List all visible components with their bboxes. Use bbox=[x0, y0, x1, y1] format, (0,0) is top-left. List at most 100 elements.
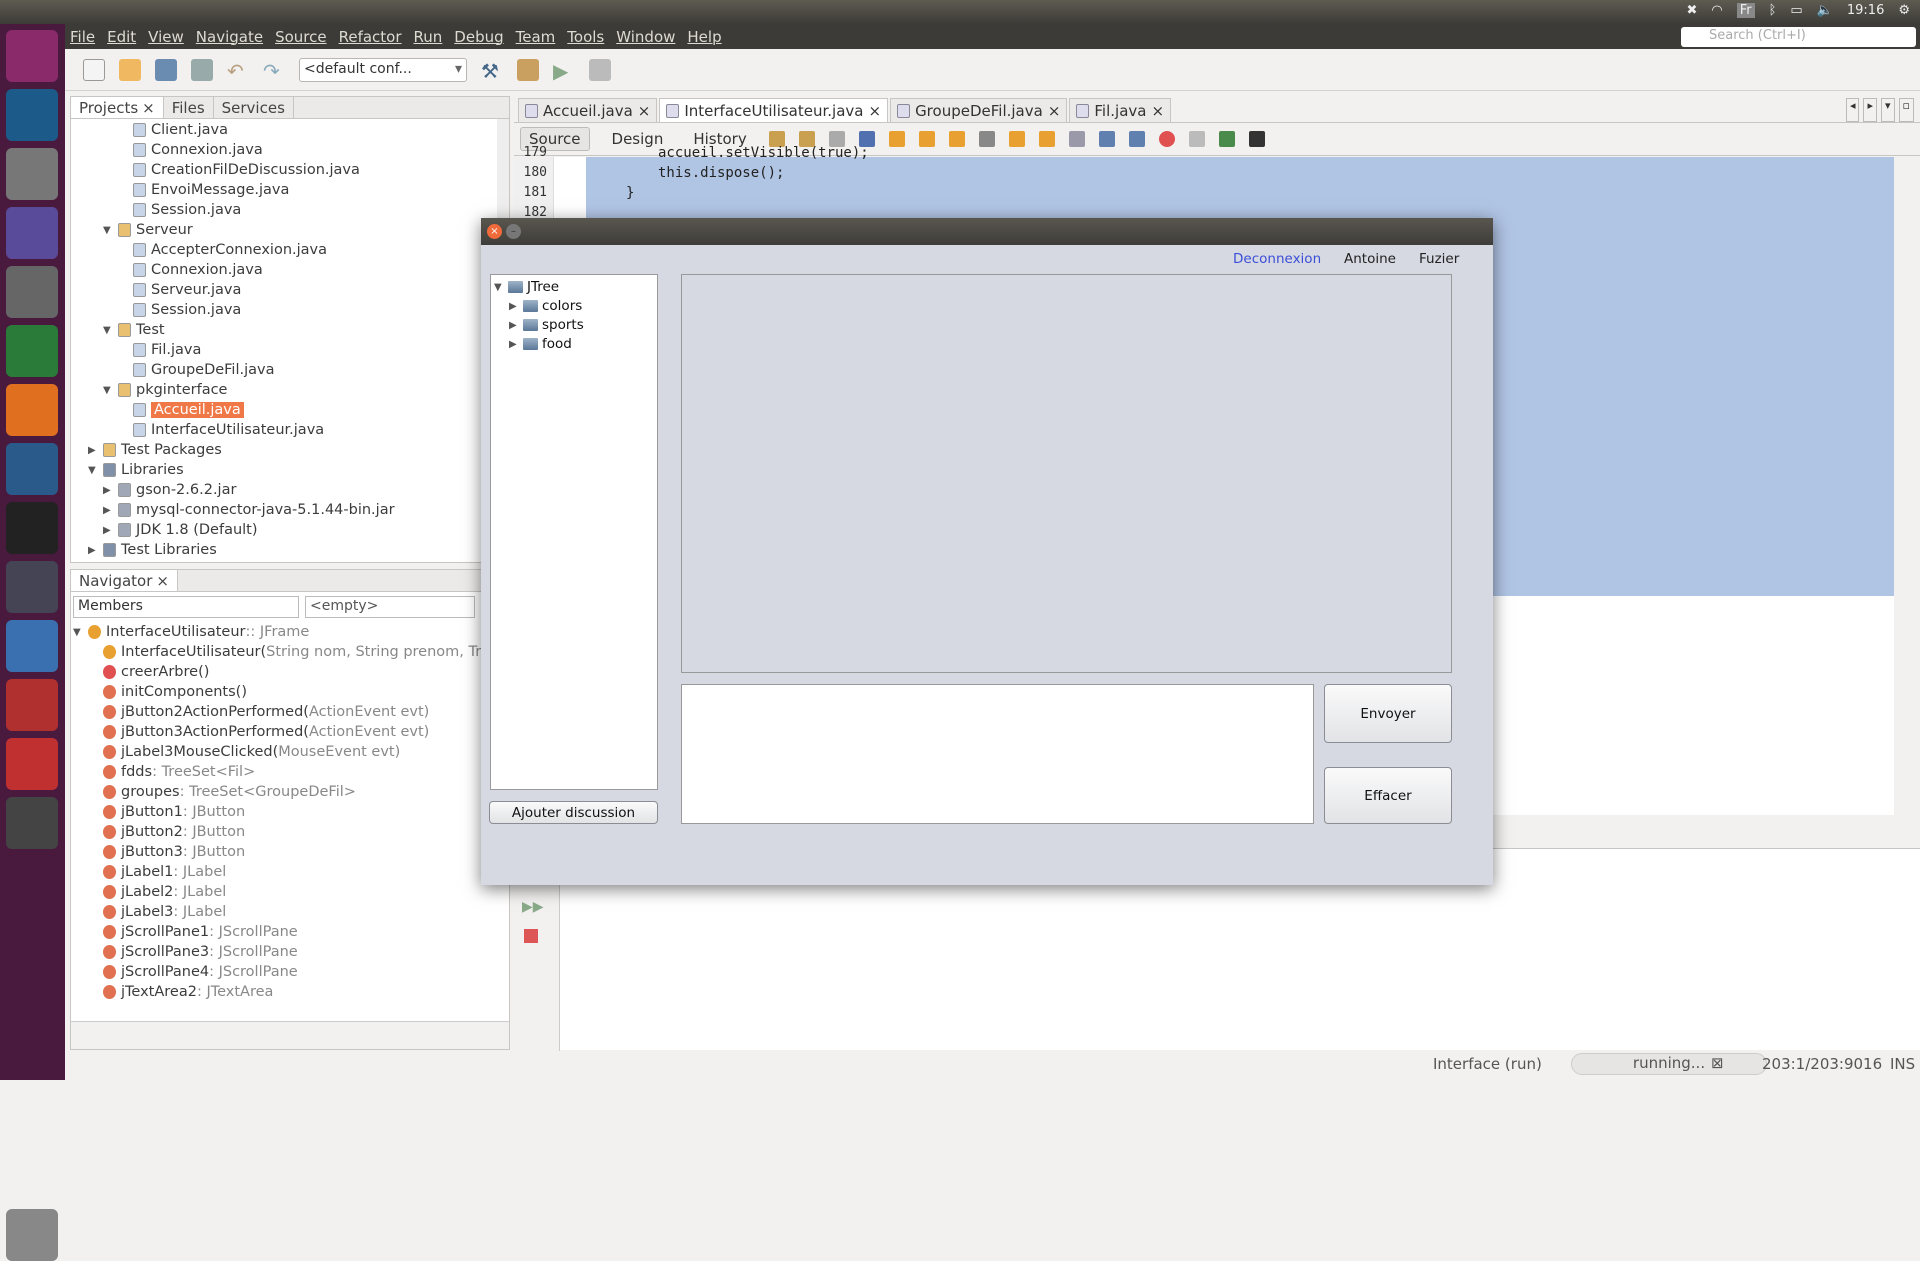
add-discussion-button[interactable]: Ajouter discussion bbox=[489, 801, 658, 824]
menu-source[interactable]: Source bbox=[275, 28, 327, 46]
project-tree-item[interactable]: ▼ Test bbox=[103, 320, 165, 340]
menu-tools[interactable]: Tools bbox=[567, 28, 604, 46]
tree-root[interactable]: ▼ JTree bbox=[494, 279, 559, 295]
tab-nav-button[interactable]: ▸ bbox=[1863, 98, 1877, 122]
project-tree-item[interactable]: Connexion.java bbox=[118, 140, 263, 160]
empty-filter-select[interactable]: <empty> bbox=[305, 596, 475, 618]
ubuntu-dash-icon[interactable] bbox=[6, 30, 58, 82]
virtualbox-icon[interactable] bbox=[6, 620, 58, 672]
project-tree-item[interactable]: Serveur.java bbox=[118, 280, 241, 300]
cancel-task-icon[interactable]: ⊠ bbox=[1711, 1054, 1724, 1072]
menu-window[interactable]: Window bbox=[616, 28, 675, 46]
project-tree-item[interactable]: Connexion.java bbox=[118, 260, 263, 280]
menu-file[interactable]: File bbox=[70, 28, 95, 46]
tab-nav-button[interactable]: ▾ bbox=[1881, 98, 1895, 122]
navigator-member[interactable]: jTextArea2 : JTextArea bbox=[88, 982, 273, 1002]
expanded-arrow-icon[interactable]: ▼ bbox=[103, 325, 113, 336]
navigator-member[interactable]: jLabel1 : JLabel bbox=[88, 862, 226, 882]
run-icon[interactable]: ▶ bbox=[553, 59, 575, 83]
menu-run[interactable]: Run bbox=[414, 28, 443, 46]
project-tree-item[interactable]: ▼ pkginterface bbox=[103, 380, 227, 400]
wireshark-icon[interactable] bbox=[6, 89, 58, 141]
evince-icon[interactable] bbox=[6, 738, 58, 790]
expanded-arrow-icon[interactable]: ▼ bbox=[103, 385, 113, 396]
bluetooth-icon[interactable]: ᛒ bbox=[1769, 3, 1777, 18]
project-tree-item[interactable]: ▶ JDK 1.8 (Default) bbox=[103, 520, 258, 540]
minimize-window-button[interactable]: – bbox=[506, 224, 521, 239]
navigator-member[interactable]: jLabel3MouseClicked(MouseEvent evt) bbox=[88, 742, 400, 762]
terminal-icon[interactable] bbox=[6, 502, 58, 554]
navigator-member[interactable]: jLabel2 : JLabel bbox=[88, 882, 226, 902]
close-icon[interactable]: × bbox=[868, 102, 881, 120]
search-input[interactable]: Search (Ctrl+I) bbox=[1681, 27, 1916, 47]
project-tree-item[interactable]: ▶ Test Packages bbox=[88, 440, 222, 460]
editor-tool-icon[interactable] bbox=[1098, 131, 1115, 147]
sublime-icon[interactable] bbox=[6, 561, 58, 613]
editor-tool-icon[interactable] bbox=[1068, 131, 1085, 147]
undo-icon[interactable]: ↶ bbox=[227, 59, 249, 83]
dropbox-icon[interactable]: ✖ bbox=[1686, 3, 1697, 18]
eclipse-icon[interactable] bbox=[6, 207, 58, 259]
volume-icon[interactable]: 🔈 bbox=[1817, 3, 1833, 18]
project-tree-item[interactable]: ▼ Serveur bbox=[103, 220, 193, 240]
tab-nav-button[interactable]: ▫ bbox=[1898, 98, 1914, 122]
collapsed-arrow-icon[interactable]: ▶ bbox=[103, 525, 113, 536]
navigator-member[interactable]: jLabel3 : JLabel bbox=[88, 902, 226, 922]
tab-accueil[interactable]: Accueil.java × bbox=[518, 98, 658, 122]
send-button[interactable]: Envoyer bbox=[1324, 684, 1452, 743]
editor-tool-icon[interactable] bbox=[1128, 131, 1145, 147]
project-tree-item[interactable]: Session.java bbox=[118, 200, 241, 220]
menu-refactor[interactable]: Refactor bbox=[339, 28, 402, 46]
editor-tool-icon[interactable] bbox=[888, 131, 905, 147]
menu-team[interactable]: Team bbox=[516, 28, 556, 46]
debug-icon[interactable] bbox=[589, 58, 611, 81]
chrome-icon[interactable] bbox=[6, 325, 58, 377]
close-icon[interactable]: × bbox=[638, 102, 651, 120]
tab-groupedefil[interactable]: GroupeDeFil.java × bbox=[890, 98, 1068, 122]
keyboard-layout[interactable]: Fr bbox=[1736, 3, 1755, 18]
project-tree-item[interactable]: ▶ gson-2.6.2.jar bbox=[103, 480, 236, 500]
files-icon[interactable] bbox=[6, 148, 58, 200]
navigator-member[interactable]: creerArbre() bbox=[88, 662, 209, 682]
navigator-member[interactable]: jButton2ActionPerformed(ActionEvent evt) bbox=[88, 702, 429, 722]
close-icon[interactable]: × bbox=[142, 99, 155, 117]
navigator-member[interactable]: fdds : TreeSet<Fil> bbox=[88, 762, 255, 782]
project-tree-item[interactable]: ▼ Libraries bbox=[88, 460, 184, 480]
close-icon[interactable]: × bbox=[1048, 102, 1061, 120]
project-tree-item[interactable]: Session.java bbox=[118, 300, 241, 320]
tab-services[interactable]: Services bbox=[214, 97, 294, 118]
navigator-member[interactable]: ▼ InterfaceUtilisateur :: JFrame bbox=[73, 622, 309, 642]
expanded-arrow-icon[interactable]: ▼ bbox=[73, 627, 83, 638]
gear-icon[interactable]: ⚙ bbox=[1898, 3, 1910, 18]
members-filter-select[interactable]: Members bbox=[73, 596, 299, 618]
new-project-icon[interactable] bbox=[119, 58, 141, 81]
tab-nav-button[interactable]: ◂ bbox=[1845, 98, 1860, 122]
close-icon[interactable]: × bbox=[1151, 102, 1164, 120]
project-tree-item[interactable]: EnvoiMessage.java bbox=[118, 180, 289, 200]
menu-navigate[interactable]: Navigate bbox=[196, 28, 263, 46]
project-tree-item[interactable]: Fil.java bbox=[118, 340, 201, 360]
menu-help[interactable]: Help bbox=[687, 28, 721, 46]
save-all-icon[interactable] bbox=[191, 58, 213, 81]
network-icon[interactable] bbox=[6, 679, 58, 731]
collapsed-arrow-icon[interactable]: ▶ bbox=[103, 485, 113, 496]
editor-tool-icon[interactable] bbox=[918, 131, 935, 147]
tab-navigator[interactable]: Navigator × bbox=[71, 570, 178, 591]
clock[interactable]: 19:16 bbox=[1847, 3, 1884, 18]
tab-projects[interactable]: Projects × bbox=[71, 97, 164, 118]
editor-tool-icon[interactable] bbox=[1158, 131, 1175, 147]
new-file-icon[interactable] bbox=[83, 58, 105, 81]
tree-node[interactable]: ▶ sports bbox=[509, 317, 584, 333]
project-tree-item[interactable]: Accueil.java bbox=[118, 400, 244, 420]
editor-tool-icon[interactable] bbox=[1188, 131, 1205, 147]
project-tree-item[interactable]: CreationFilDeDiscussion.java bbox=[118, 160, 360, 180]
editor-tool-icon[interactable] bbox=[1218, 131, 1235, 147]
navigator-member[interactable]: jButton1 : JButton bbox=[88, 802, 245, 822]
rerun-icon[interactable]: ▶▶ bbox=[522, 899, 544, 915]
tree-node[interactable]: ▶ food bbox=[509, 336, 572, 352]
open-project-icon[interactable] bbox=[155, 58, 177, 81]
mysql-workbench-icon[interactable] bbox=[6, 443, 58, 495]
deconnexion-link[interactable]: Deconnexion bbox=[1233, 251, 1321, 267]
close-window-button[interactable]: × bbox=[487, 224, 502, 239]
project-tree-item[interactable]: AccepterConnexion.java bbox=[118, 240, 327, 260]
